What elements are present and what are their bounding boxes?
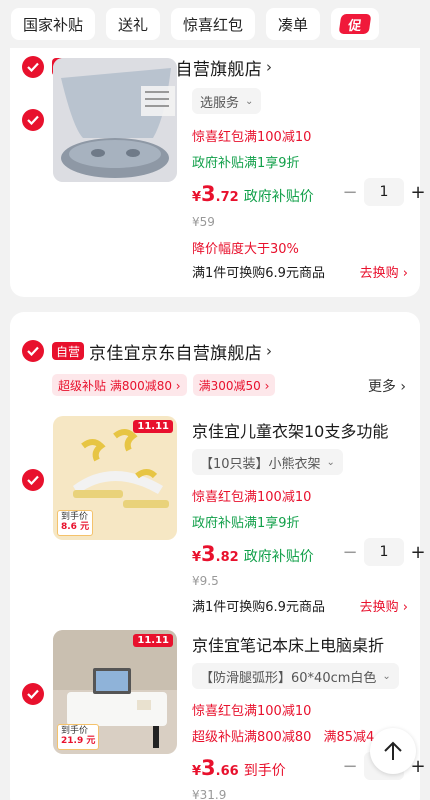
spec-label: 【10只装】小熊衣架: [200, 456, 321, 472]
product-image[interactable]: 11.11 到手价 21.9 元: [53, 630, 177, 754]
checkmark-icon: [27, 475, 39, 485]
price-currency: ¥: [192, 550, 202, 565]
spec-selector[interactable]: 【10只装】小熊衣架 ⌄: [192, 449, 343, 475]
price-decimal: .66: [215, 764, 239, 779]
image-price-tag: 到手价 21.9 元: [57, 724, 100, 750]
checkmark-icon: [27, 62, 39, 72]
price: ¥ 3 .72 政府补贴价: [192, 182, 314, 206]
chevron-down-icon: ⌄: [382, 670, 391, 682]
product-image[interactable]: 11.11 到手价 8.6 元: [53, 416, 177, 540]
image-price-value: 8.6 元: [61, 522, 90, 533]
quantity-value[interactable]: 1: [364, 538, 404, 566]
filter-tabs: 国家补贴 送礼 惊喜红包 凑单 促: [0, 0, 430, 48]
item-select-checkbox[interactable]: [22, 109, 44, 131]
original-price: ¥9.5: [192, 574, 219, 588]
price-integer: 3: [201, 542, 216, 566]
store-header[interactable]: 自营 京佳宜京东自营旗舰店 ›: [52, 339, 273, 364]
promo-badge: 促: [338, 14, 372, 34]
decrease-button[interactable]: −: [340, 542, 360, 563]
price: ¥ 3 .82 政府补贴价: [192, 542, 314, 566]
price-currency: ¥: [192, 190, 202, 205]
gov-subsidy-promo: 政府补贴满1享9折: [192, 156, 300, 171]
tab-red-packet[interactable]: 惊喜红包: [171, 8, 256, 40]
image-price-tag: 到手价 8.6 元: [57, 510, 94, 536]
price-currency: ¥: [192, 764, 202, 779]
chevron-right-icon: ›: [266, 58, 273, 76]
quantity-stepper: − 1 +: [340, 178, 428, 206]
chevron-right-icon: ›: [266, 342, 273, 360]
bundle-text: 满1件可换购6.9元商品: [192, 266, 325, 281]
store-select-checkbox[interactable]: [22, 340, 44, 362]
image-price-value: 21.9 元: [61, 736, 96, 747]
product-title[interactable]: 京佳宜笔记本床上电脑桌折: [192, 632, 384, 656]
decrease-button[interactable]: −: [340, 756, 360, 777]
sale-badge: 11.11: [133, 420, 173, 433]
increase-button[interactable]: +: [408, 182, 428, 203]
sale-badge: 11.11: [133, 634, 173, 647]
tab-add-on[interactable]: 凑单: [266, 8, 321, 40]
super-subsidy-text: 超级补贴满800减80: [192, 730, 312, 745]
item-select-checkbox[interactable]: [22, 683, 44, 705]
store-promotions: 超级补贴 满800减80 › 满300减50 ›: [52, 374, 276, 396]
checkmark-icon: [27, 689, 39, 699]
checkmark-icon: [27, 115, 39, 125]
scroll-to-top-button[interactable]: [370, 728, 416, 774]
bundle-row: 满1件可换购6.9元商品 去换购 ›: [192, 596, 408, 615]
original-price: ¥31.9: [192, 788, 227, 800]
original-price: ¥59: [192, 215, 215, 229]
self-operated-tag: 自营: [52, 342, 85, 360]
spec-label: 【防滑腿弧形】60*40cm白色: [200, 670, 377, 686]
product-image[interactable]: [53, 58, 177, 182]
price-integer: 3: [201, 182, 216, 206]
bundle-link[interactable]: 去换购 ›: [360, 262, 408, 281]
checkmark-icon: [27, 346, 39, 356]
chevron-down-icon: ⌄: [245, 95, 254, 107]
spec-label: 选服务: [200, 95, 240, 111]
store-card: 自营 安纳福京东自营旗舰店 › 选服务 ⌄ 惊喜红包满100减10 政府补贴满1…: [10, 26, 426, 297]
decrease-button[interactable]: −: [340, 182, 360, 203]
price-decimal: .72: [215, 190, 239, 205]
tab-national-subsidy[interactable]: 国家补贴: [11, 8, 96, 40]
bundle-text: 满1件可换购6.9元商品: [192, 600, 325, 615]
increase-button[interactable]: +: [408, 542, 428, 563]
price-decimal: .82: [215, 550, 239, 565]
more-promotions-link[interactable]: 更多 ›: [368, 376, 406, 396]
super-subsidy-promo: 超级补贴满800减80 满85减4: [192, 726, 374, 745]
chevron-down-icon: ⌄: [326, 456, 335, 468]
bundle-row: 满1件可换购6.9元商品 去换购 ›: [192, 262, 408, 281]
product-title[interactable]: 京佳宜儿童衣架10支多功能: [192, 418, 388, 442]
tab-gift[interactable]: 送礼: [106, 8, 161, 40]
promo-chip[interactable]: 超级补贴 满800减80 ›: [52, 374, 187, 396]
red-packet-promo: 惊喜红包满100减10: [192, 704, 312, 719]
spec-selector[interactable]: 【防滑腿弧形】60*40cm白色 ⌄: [192, 663, 399, 689]
promo-chip[interactable]: 满300减50 ›: [192, 374, 276, 396]
bundle-link[interactable]: 去换购 ›: [360, 596, 408, 615]
store-name: 京佳宜京东自营旗舰店: [89, 343, 263, 364]
service-selector[interactable]: 选服务 ⌄: [192, 88, 262, 114]
price: ¥ 3 .66 到手价: [192, 756, 286, 780]
price-tag: 政府补贴价: [243, 549, 314, 565]
quantity-value[interactable]: 1: [364, 178, 404, 206]
store-select-checkbox[interactable]: [22, 56, 44, 78]
price-tag: 到手价: [243, 763, 286, 779]
arrow-up-icon: [384, 741, 402, 760]
store-card: 自营 京佳宜京东自营旗舰店 › 超级补贴 满800减80 › 满300减50 ›…: [10, 312, 426, 800]
quantity-stepper: − 1 +: [340, 538, 428, 566]
tab-promotion[interactable]: 促: [331, 8, 380, 40]
price-drop-note: 降价幅度大于30%: [192, 242, 299, 257]
gov-subsidy-promo: 政府补贴满1享9折: [192, 516, 300, 531]
red-packet-promo: 惊喜红包满100减10: [192, 130, 312, 145]
red-packet-promo: 惊喜红包满100减10: [192, 490, 312, 505]
item-select-checkbox[interactable]: [22, 469, 44, 491]
price-integer: 3: [201, 756, 216, 780]
discount-text: 满85减4: [323, 730, 375, 745]
price-tag: 政府补贴价: [243, 189, 314, 205]
